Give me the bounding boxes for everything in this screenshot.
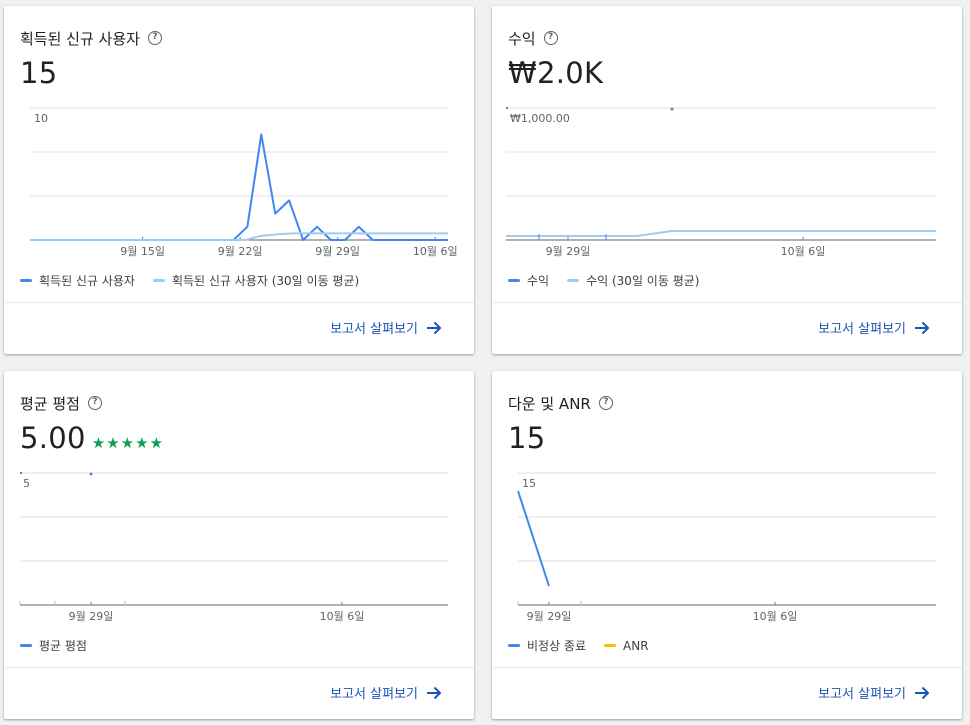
legend-item: 획득된 신규 사용자 (30일 이동 평균) — [152, 272, 360, 289]
rating-series-point — [89, 472, 93, 476]
new-users-chart: 10 9월 15일 9월 22일 9월 29일 10월 6일 — [4, 106, 474, 266]
y-tick-label: 10 — [34, 112, 48, 125]
divider — [492, 302, 962, 303]
crashes-title: 다운 및 ANR — [508, 394, 591, 413]
new-users-title-row: 획득된 신규 사용자 ? — [20, 26, 162, 50]
legend-item: 획득된 신규 사용자 — [20, 272, 135, 289]
divider — [492, 667, 962, 668]
revenue-value-row: ₩2.0K — [508, 56, 603, 90]
y-tick-label: ₩1,000.00 — [510, 112, 570, 125]
x-tick-label: 9월 29일 — [527, 609, 572, 623]
legend-swatch — [20, 644, 32, 647]
legend-label: 평균 평점 — [39, 639, 87, 653]
x-tick-label: 9월 29일 — [69, 609, 114, 623]
crashes-chart: 15 9월 29일 10월 6일 — [492, 471, 962, 631]
rating-title-row: 평균 평점 ? — [20, 391, 102, 415]
legend-swatch — [20, 279, 32, 282]
help-circle-icon[interactable]: ? — [147, 31, 162, 45]
revenue-series-point — [670, 107, 674, 111]
new-users-chart-svg: 10 9월 15일 9월 22일 9월 29일 10월 6일 — [30, 107, 458, 258]
legend-label: 수익 — [527, 274, 550, 288]
star-rating-icon: ★★★★★ — [91, 434, 165, 452]
view-report-label: 보고서 살펴보기 — [330, 322, 418, 337]
view-report-link[interactable]: 보고서 살펴보기 — [330, 318, 442, 337]
rating-card: 평균 평점 ? 5.00 ★★★★★ 5 9월 29일 10월 6일 평균 평점 보… — [4, 371, 474, 719]
legend-item: 평균 평점 — [20, 637, 87, 654]
legend-item: 수익 (30일 이동 평균) — [567, 272, 699, 289]
legend-item: 비정상 종료 — [508, 637, 586, 654]
arrow-right-icon — [915, 686, 930, 699]
x-tick-label: 9월 22일 — [218, 244, 263, 258]
x-tick-label: 10월 6일 — [320, 609, 365, 623]
y-tick-label: 15 — [522, 477, 536, 490]
revenue-value: ₩2.0K — [508, 56, 604, 90]
new-users-title: 획득된 신규 사용자 — [20, 29, 140, 48]
new-users-card: 획득된 신규 사용자 ? 15 10 9월 15일 9월 22일 9월 29일 10월 … — [4, 6, 474, 354]
legend-swatch — [508, 279, 520, 282]
rating-title: 평균 평점 — [20, 394, 80, 413]
x-tick-label: 10월 6일 — [413, 244, 458, 258]
x-tick-label: 9월 15일 — [120, 244, 165, 258]
new-users-value-row: 15 — [20, 56, 58, 90]
new-users-legend: 획득된 신규 사용자 획득된 신규 사용자 (30일 이동 평균) — [20, 272, 359, 289]
view-report-label: 보고서 살펴보기 — [818, 687, 906, 702]
legend-label: 수익 (30일 이동 평균) — [586, 274, 700, 288]
arrow-right-icon — [427, 321, 442, 334]
view-report-link[interactable]: 보고서 살펴보기 — [330, 683, 442, 702]
new-users-series-line — [30, 133, 448, 241]
help-circle-icon[interactable]: ? — [543, 31, 558, 45]
crashes-value-row: 15 — [508, 421, 546, 455]
legend-label: ANR — [623, 638, 649, 653]
view-report-label: 보고서 살펴보기 — [330, 687, 418, 702]
revenue-card: 수익 ? ₩2.0K ₩1,000.00 9월 29일 10월 6일 수익 수익 (… — [492, 6, 962, 354]
revenue-legend: 수익 수익 (30일 이동 평균) — [508, 272, 699, 289]
crashes-chart-svg: 15 9월 29일 10월 6일 — [517, 472, 936, 623]
legend-item: ANR — [604, 637, 649, 654]
arrow-right-icon — [427, 686, 442, 699]
crashes-title-row: 다운 및 ANR ? — [508, 391, 613, 415]
legend-swatch — [567, 279, 580, 282]
rating-chart: 5 9월 29일 10월 6일 — [4, 471, 474, 631]
arrow-right-icon — [915, 321, 930, 334]
y-tick-label: 5 — [23, 477, 30, 490]
new-users-value: 15 — [20, 56, 58, 90]
view-report-link[interactable]: 보고서 살펴보기 — [818, 318, 930, 337]
view-report-label: 보고서 살펴보기 — [818, 322, 906, 337]
legend-label: 비정상 종료 — [527, 639, 587, 653]
x-tick-label: 10월 6일 — [753, 609, 798, 623]
x-tick-label: 9월 29일 — [546, 244, 591, 258]
rating-value-row: 5.00 ★★★★★ — [20, 421, 164, 455]
revenue-title: 수익 — [508, 29, 536, 48]
crashes-card: 다운 및 ANR ? 15 15 9월 29일 10월 6일 비정상 종료 ANR … — [492, 371, 962, 719]
revenue-chart-svg: ₩1,000.00 9월 29일 10월 6일 — [506, 107, 936, 258]
x-tick-label: 10월 6일 — [781, 244, 826, 258]
divider — [4, 302, 474, 303]
crashes-value: 15 — [508, 421, 546, 455]
help-circle-icon[interactable]: ? — [87, 396, 102, 410]
revenue-moving-average-line — [506, 230, 936, 237]
legend-label: 획득된 신규 사용자 (30일 이동 평균) — [171, 274, 360, 288]
legend-swatch — [604, 644, 617, 647]
help-circle-icon[interactable]: ? — [598, 396, 613, 410]
legend-label: 획득된 신규 사용자 — [39, 274, 135, 288]
rating-chart-svg: 5 9월 29일 10월 6일 — [19, 472, 448, 623]
revenue-title-row: 수익 ? — [508, 26, 558, 50]
revenue-chart: ₩1,000.00 9월 29일 10월 6일 — [492, 106, 962, 266]
view-report-link[interactable]: 보고서 살펴보기 — [818, 683, 930, 702]
x-tick-label: 9월 29일 — [315, 244, 360, 258]
rating-legend: 평균 평점 — [20, 637, 87, 654]
divider — [4, 667, 474, 668]
legend-swatch — [152, 279, 165, 282]
legend-swatch — [508, 644, 520, 647]
rating-value: 5.00 — [20, 421, 86, 455]
crashes-series-line — [517, 490, 550, 587]
legend-item: 수익 — [508, 272, 549, 289]
crashes-legend: 비정상 종료 ANR — [508, 637, 649, 654]
